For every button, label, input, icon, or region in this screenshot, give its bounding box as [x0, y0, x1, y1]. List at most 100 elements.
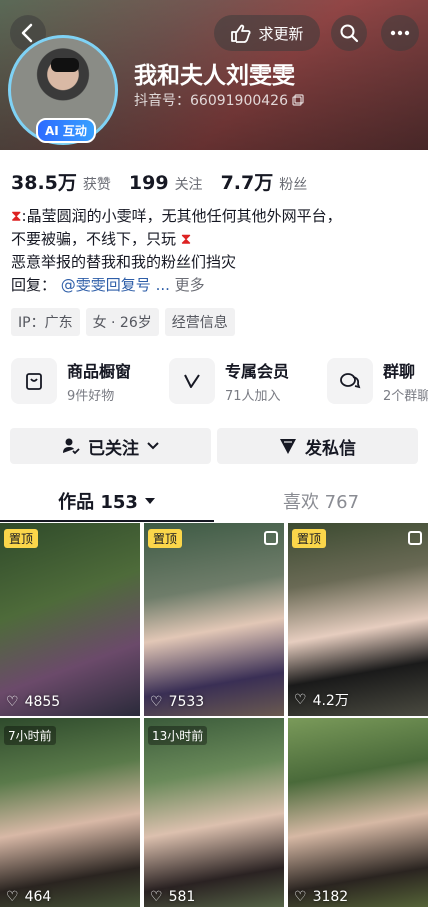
- pinned-badge: 置顶: [4, 529, 39, 548]
- like-count-text: 4.2万: [312, 693, 349, 709]
- like-count: ♡ 3182: [294, 889, 348, 905]
- following-label: 已关注: [88, 438, 139, 459]
- like-count: ♡ 464: [6, 889, 51, 905]
- feature-row: 商品橱窗 9件好物 专属会员 71人加入 群聊 2个群聊: [11, 358, 428, 404]
- pinned-badge: 置顶: [148, 529, 183, 548]
- stat-likes[interactable]: 38.5万 获赞: [11, 168, 111, 195]
- tab-likes[interactable]: 喜欢 767: [214, 480, 428, 522]
- stat-label: 粉丝: [279, 177, 308, 193]
- video-thumbnail[interactable]: 置顶 ♡ 7533: [144, 523, 284, 716]
- video-grid: 置顶 ♡ 4855 置顶 ♡ 7533 置顶 ♡ 4.2万 7小时前 ♡ 464 13小…: [0, 523, 428, 907]
- profile-name: 我和夫人刘雯雯: [134, 63, 295, 89]
- heart-icon: ♡: [6, 694, 19, 710]
- stat-num: 7.7万: [220, 172, 274, 194]
- thumb-point-icon: [231, 24, 252, 43]
- feature-sub: 2个群聊: [383, 389, 428, 404]
- thumbnail-image: [0, 718, 140, 907]
- bio-line-3: 恶意举报的替我和我的粉丝们挡灾: [11, 253, 237, 271]
- like-count-text: 4855: [24, 694, 61, 710]
- video-thumbnail[interactable]: 置顶 ♡ 4855: [0, 523, 140, 716]
- request-update-label: 求更新: [258, 24, 304, 43]
- video-thumbnail[interactable]: 置顶 ♡ 4.2万: [288, 523, 428, 716]
- feature-title: 群聊: [383, 362, 416, 381]
- bio: ⧗:晶莹圆润的小雯咩，无其他任何其他外网平台， 不要被骗，不线下，只玩 ⧗ 恶意…: [11, 205, 421, 297]
- video-thumbnail[interactable]: ♡ 3182: [288, 718, 428, 907]
- like-count-text: 464: [24, 889, 52, 905]
- thumbnail-image: [0, 523, 140, 716]
- like-count: ♡ 581: [150, 889, 195, 905]
- thumbnail-image: [288, 718, 428, 907]
- stat-following[interactable]: 199 关注: [129, 172, 203, 194]
- feature-title: 专属会员: [225, 362, 290, 381]
- caret-down-icon: [144, 498, 155, 504]
- heart-icon: ♡: [294, 692, 307, 708]
- tag-business-info[interactable]: 经营信息: [164, 308, 235, 336]
- stat-label: 获赞: [82, 177, 111, 193]
- message-button[interactable]: 发私信: [217, 428, 418, 464]
- bio-reply-line: 回复： @雯雯回复号 ... 更多: [11, 274, 421, 297]
- reply-account-link[interactable]: @雯雯回复号 ...: [61, 276, 170, 294]
- thumbnail-image: [144, 523, 284, 716]
- vip-icon: [169, 358, 215, 404]
- tag-row: IP：广东 女 · 26岁 经营信息: [11, 308, 235, 336]
- tab-works-label: 作品 153: [58, 492, 138, 513]
- video-thumbnail[interactable]: 7小时前 ♡ 464: [0, 718, 140, 907]
- stats-row: 38.5万 获赞 199 关注 7.7万 粉丝: [11, 168, 325, 195]
- more-button[interactable]: [381, 15, 419, 51]
- tag-gender-age: 女 · 26岁: [85, 308, 159, 336]
- feature-sub: 9件好物: [67, 389, 115, 404]
- douyin-id: 抖音号：66091900426: [134, 90, 304, 110]
- search-button[interactable]: [331, 15, 367, 51]
- ribbon-icon: ⧗: [11, 207, 22, 225]
- tab-likes-label: 喜欢 767: [282, 492, 360, 513]
- douyin-id-text: 抖音号：66091900426: [134, 93, 288, 109]
- like-count: ♡ 4.2万: [294, 690, 349, 710]
- bio-more-link[interactable]: 更多: [175, 276, 205, 294]
- tag-ip: IP：广东: [11, 308, 80, 336]
- feature-group-chat[interactable]: 群聊 2个群聊: [327, 358, 428, 404]
- reply-prefix: 回复：: [11, 276, 57, 294]
- bag-icon: [11, 358, 57, 404]
- content-tabs: 作品 153 喜欢 767: [0, 480, 428, 522]
- chat-icon: [327, 358, 373, 404]
- chevron-down-icon: [147, 442, 159, 450]
- feature-sub: 71人加入: [225, 389, 281, 404]
- thumbnail-image: [144, 718, 284, 907]
- user-check-icon: [63, 438, 80, 455]
- heart-icon: ♡: [294, 889, 307, 905]
- heart-icon: ♡: [150, 694, 163, 710]
- stat-num: 199: [128, 172, 169, 194]
- search-icon: [340, 24, 359, 43]
- feature-membership[interactable]: 专属会员 71人加入: [169, 358, 315, 404]
- more-dots-icon: [390, 30, 410, 36]
- bio-line-2-text: 不要被骗，不线下，只玩: [11, 230, 177, 248]
- thumbnail-image: [288, 523, 428, 716]
- tab-works[interactable]: 作品 153: [0, 480, 214, 522]
- like-count-text: 581: [168, 889, 196, 905]
- gallery-icon: [408, 531, 422, 545]
- like-count-text: 7533: [168, 694, 205, 710]
- bio-line-1-text: :晶莹圆润的小雯咩，无其他任何其他外网平台，: [21, 207, 342, 225]
- ai-interact-badge[interactable]: AI 互动: [36, 118, 96, 143]
- message-label: 发私信: [305, 438, 356, 459]
- gallery-icon: [264, 531, 278, 545]
- like-count: ♡ 7533: [150, 694, 204, 710]
- copy-icon[interactable]: [292, 94, 304, 106]
- stat-num: 38.5万: [11, 172, 77, 194]
- following-button[interactable]: 已关注: [10, 428, 211, 464]
- avatar-mask-shape: [51, 58, 79, 72]
- stat-followers[interactable]: 7.7万 粉丝: [221, 168, 308, 195]
- like-count-text: 3182: [312, 889, 349, 905]
- feature-showcase[interactable]: 商品橱窗 9件好物: [11, 358, 157, 404]
- bio-line-2: 不要被骗，不线下，只玩 ⧗: [11, 228, 421, 251]
- request-update-button[interactable]: 求更新: [214, 15, 320, 51]
- chevron-left-icon: [21, 23, 33, 43]
- action-row: 已关注 发私信: [10, 428, 418, 464]
- like-count: ♡ 4855: [6, 694, 60, 710]
- pinned-badge: 置顶: [292, 529, 327, 548]
- video-thumbnail[interactable]: 13小时前 ♡ 581: [144, 718, 284, 907]
- send-icon: [280, 439, 296, 454]
- feature-title: 商品橱窗: [67, 362, 132, 381]
- bio-line-1: ⧗:晶莹圆润的小雯咩，无其他任何其他外网平台，: [11, 205, 421, 228]
- heart-icon: ♡: [6, 889, 19, 905]
